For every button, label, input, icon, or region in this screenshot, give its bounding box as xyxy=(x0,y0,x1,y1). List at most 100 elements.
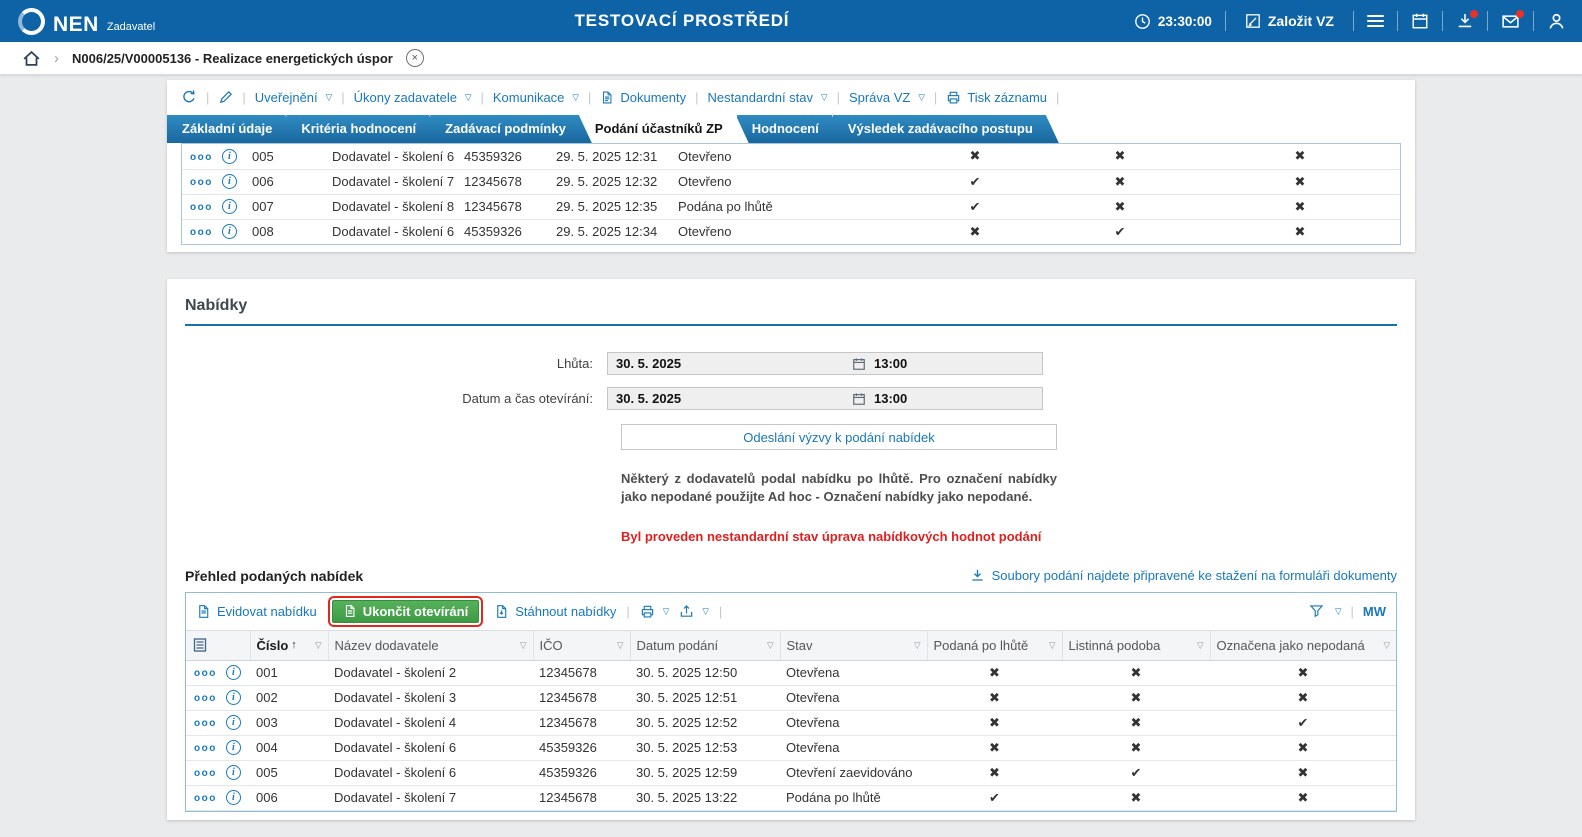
stahnout-nabidky-button[interactable]: Stáhnout nabídky xyxy=(494,604,616,619)
filter-caret-icon[interactable]: ▽ xyxy=(763,640,774,651)
tab-2[interactable]: Kritéria hodnocení xyxy=(286,115,442,143)
toolbar-item-nestandardni-stav[interactable]: Nestandardní stav ▽ xyxy=(708,90,828,105)
profile-icon[interactable] xyxy=(1547,12,1566,31)
download-submissions-link[interactable]: Soubory podání najdete připravené ke sta… xyxy=(970,568,1397,583)
table-cell: Otevřeno xyxy=(672,144,910,170)
toolbar-item-uverejneni[interactable]: Uveřejnění ▽ xyxy=(255,90,332,105)
send-invitation-button[interactable]: Odeslání výzvy k podání nabídek xyxy=(621,424,1057,450)
close-record-icon[interactable]: × xyxy=(405,49,424,67)
calendar-icon[interactable] xyxy=(1411,12,1429,30)
filter-caret-icon[interactable]: ▽ xyxy=(1193,640,1204,651)
messages-icon[interactable] xyxy=(1501,9,1524,31)
table-row: ooo i 005 Dodavatel - školení 6 45359326 30. … xyxy=(186,760,1396,786)
table-cell: 12345678 xyxy=(533,785,630,811)
toolbar-item-tisk-zaznamu[interactable]: Tisk záznamu xyxy=(946,90,1047,105)
column-header[interactable]: Číslo ↑ ▽ xyxy=(250,629,329,661)
evidovat-nabidku-button[interactable]: Evidovat nabídku xyxy=(196,604,317,619)
table-row: ooo i 005 Dodavatel - školení 6 45359326 29. … xyxy=(182,144,1400,170)
row-menu-icon[interactable]: ooo xyxy=(194,793,217,804)
nabidky-card: Nabídky Lhůta: 30. 5. 2025 13:00 Datum a… xyxy=(167,279,1415,820)
tab-1[interactable]: Základní údaje xyxy=(167,115,298,143)
filter-caret-icon[interactable]: ▽ xyxy=(516,640,527,651)
breadcrumb-item[interactable]: N006/25/V00005136 - Realizace energetick… xyxy=(72,51,393,66)
caret-down-icon: ▽ xyxy=(702,605,709,616)
row-info-icon[interactable]: i xyxy=(225,790,241,806)
column-header[interactable]: Listinná podoba ▽ xyxy=(1062,629,1211,661)
cross-icon: ✖ xyxy=(927,660,1062,686)
table-cell: 30. 5. 2025 12:59 xyxy=(630,760,780,786)
filter-caret-icon[interactable]: ▽ xyxy=(613,640,624,651)
row-menu-icon[interactable]: ooo xyxy=(194,718,217,729)
tab-4[interactable]: Podání účastníků ZP xyxy=(580,115,749,143)
table-cell: 12345678 xyxy=(533,685,630,711)
filter-caret-icon[interactable]: ▽ xyxy=(1379,640,1390,651)
row-info-icon[interactable]: i xyxy=(221,199,237,214)
table-header-row: Číslo ↑ ▽ Název dodavatele ▽ IČO ▽ Datum podání… xyxy=(186,629,1396,661)
lhuta-date-input[interactable]: 30. 5. 2025 xyxy=(608,356,852,371)
toolbar-item-ukony-zadavatele[interactable]: Úkony zadavatele ▽ xyxy=(354,90,472,105)
row-menu-icon[interactable]: ooo xyxy=(194,668,217,679)
ukoncit-otevirani-button[interactable]: Ukončit otevírání xyxy=(327,595,484,627)
toolbar-item-dokumenty[interactable]: Dokumenty xyxy=(600,90,686,105)
view-selector-mw[interactable]: MW xyxy=(1363,604,1386,619)
row-menu-icon[interactable]: ooo xyxy=(194,768,217,779)
tab-5[interactable]: Hodnocení xyxy=(737,115,845,143)
printer-icon xyxy=(946,90,961,105)
caret-down-icon[interactable]: ▽ xyxy=(1335,606,1342,617)
nen-logo-group[interactable]: NEN Zadavatel xyxy=(18,7,230,35)
filter-icon[interactable] xyxy=(1309,604,1324,619)
row-info-icon[interactable]: i xyxy=(225,690,241,706)
table-cell: 30. 5. 2025 12:51 xyxy=(630,685,780,711)
row-info-icon[interactable]: i xyxy=(221,174,237,189)
late-submission-note: Některý z dodavatelů podal nabídku po lh… xyxy=(621,471,1057,505)
calendar-icon[interactable] xyxy=(852,392,866,406)
otevirani-datetime-field: 30. 5. 2025 13:00 xyxy=(607,387,1043,410)
lhuta-time-input[interactable]: 13:00 xyxy=(874,356,1042,371)
create-vz-button[interactable]: Založit VZ xyxy=(1239,12,1340,30)
table-cell: 004 xyxy=(250,735,328,761)
column-header[interactable]: IČO ▽ xyxy=(533,629,631,661)
filter-caret-icon[interactable]: ▽ xyxy=(1045,640,1056,651)
otevirani-date-input[interactable]: 30. 5. 2025 xyxy=(608,391,852,406)
tab-3[interactable]: Zadávací podmínky xyxy=(430,115,592,143)
tab-6[interactable]: Výsledek zadávacího postupu xyxy=(833,115,1059,143)
table-cell: Otevřena xyxy=(780,660,927,686)
row-menu-icon[interactable]: ooo xyxy=(194,693,217,704)
row-info-icon[interactable]: i xyxy=(221,148,237,164)
row-menu-icon[interactable]: ooo xyxy=(194,743,217,754)
print-table-button[interactable]: ▽ xyxy=(640,604,669,619)
column-settings-icon[interactable] xyxy=(192,637,244,653)
otevirani-time-input[interactable]: 13:00 xyxy=(874,391,1042,406)
download-icon xyxy=(970,568,985,583)
filter-caret-icon[interactable]: ▽ xyxy=(910,640,921,651)
home-icon[interactable] xyxy=(22,49,41,68)
row-info-icon[interactable]: i xyxy=(225,715,241,731)
filter-caret-icon[interactable]: ▽ xyxy=(311,640,322,651)
row-info-icon[interactable]: i xyxy=(225,740,241,756)
row-menu-icon[interactable]: ooo xyxy=(190,227,213,238)
column-header[interactable]: Stav ▽ xyxy=(780,629,928,661)
table-row: ooo i 003 Dodavatel - školení 4 12345678 30. … xyxy=(186,710,1396,736)
column-header[interactable]: Datum podání ▽ xyxy=(630,629,781,661)
row-menu-icon[interactable]: ooo xyxy=(190,177,213,188)
row-info-icon[interactable]: i xyxy=(225,765,241,781)
toolbar-item-komunikace[interactable]: Komunikace ▽ xyxy=(493,90,579,105)
row-info-icon[interactable]: i xyxy=(225,665,241,681)
cross-icon: ✖ xyxy=(927,760,1062,786)
check-icon: ✔ xyxy=(910,194,1040,220)
row-info-icon[interactable]: i xyxy=(221,224,237,240)
column-header[interactable]: Označena jako nepodaná ▽ xyxy=(1210,629,1396,661)
column-header[interactable]: Podaná po lhůtě ▽ xyxy=(927,629,1063,661)
check-icon: ✔ xyxy=(910,169,1040,195)
edit-icon[interactable] xyxy=(218,90,233,105)
row-menu-icon[interactable]: ooo xyxy=(190,152,213,163)
column-header[interactable]: Název dodavatele ▽ xyxy=(328,629,534,661)
history-icon[interactable] xyxy=(181,89,197,105)
downloads-icon[interactable] xyxy=(1456,10,1478,30)
row-menu-icon[interactable]: ooo xyxy=(190,202,213,213)
toolbar-item-sprava-vz[interactable]: Správa VZ ▽ xyxy=(849,90,925,105)
export-table-button[interactable]: ▽ xyxy=(679,604,709,619)
calendar-icon[interactable] xyxy=(852,357,866,371)
table-cell: Dodavatel - školení 2 xyxy=(328,660,533,686)
menu-icon[interactable] xyxy=(1367,15,1384,27)
